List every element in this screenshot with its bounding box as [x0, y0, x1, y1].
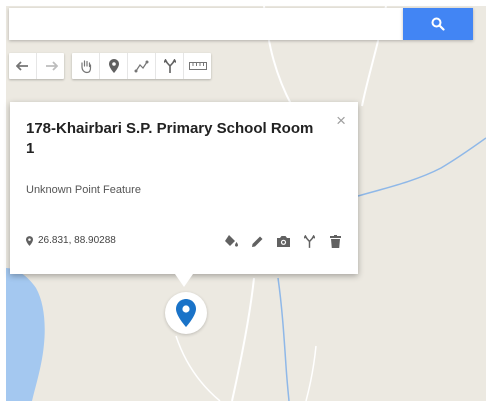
feature-title: 178-Khairbari S.P. Primary School Room 1 — [26, 120, 314, 157]
search-icon — [431, 17, 445, 31]
hand-icon — [80, 59, 91, 73]
pin-icon — [26, 235, 33, 246]
pencil-icon — [251, 236, 262, 247]
style-button[interactable] — [218, 230, 244, 252]
redo-button[interactable] — [37, 53, 64, 79]
measure-button[interactable] — [184, 53, 211, 79]
paint-bucket-icon — [224, 235, 238, 247]
toolbar — [9, 53, 219, 79]
history-group — [9, 53, 64, 79]
map-marker[interactable] — [165, 292, 207, 334]
marker-icon — [108, 59, 119, 73]
redo-icon — [45, 61, 58, 71]
card-pointer — [175, 274, 193, 287]
undo-button[interactable] — [9, 53, 37, 79]
feature-type: Unknown Point Feature — [26, 184, 141, 196]
coordinates: 26.831, 88.90288 — [26, 235, 116, 246]
search-input[interactable] — [9, 8, 413, 40]
tools-group — [72, 53, 211, 79]
search-box — [9, 8, 413, 40]
search-button[interactable] — [403, 8, 473, 40]
camera-icon — [276, 235, 290, 247]
directions-icon — [163, 59, 176, 73]
ruler-icon — [188, 62, 207, 70]
add-marker-button[interactable] — [100, 53, 128, 79]
draw-line-icon — [134, 60, 149, 73]
close-button[interactable]: × — [336, 112, 346, 129]
pan-button[interactable] — [72, 53, 100, 79]
directions-icon — [303, 234, 315, 248]
delete-button[interactable] — [322, 230, 348, 252]
card-actions — [218, 230, 348, 252]
draw-line-button[interactable] — [128, 53, 156, 79]
feature-info-card: × 178-Khairbari S.P. Primary School Room… — [10, 102, 358, 274]
directions-button[interactable] — [156, 53, 184, 79]
directions-button[interactable] — [296, 230, 322, 252]
coordinates-text: 26.831, 88.90288 — [38, 235, 116, 246]
edit-button[interactable] — [244, 230, 270, 252]
undo-icon — [15, 61, 28, 71]
map-pin-icon — [176, 299, 196, 327]
trash-icon — [329, 234, 341, 248]
photo-button[interactable] — [270, 230, 296, 252]
